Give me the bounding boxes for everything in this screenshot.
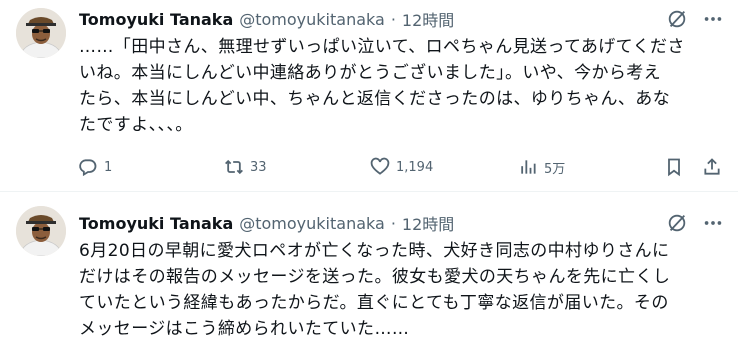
views-button[interactable]: 5万 <box>518 154 565 180</box>
avatar[interactable] <box>16 8 66 58</box>
bookmark-icon <box>664 157 684 177</box>
tweet-text: ……「田中さん、無理せずいっぱい泣いて、ロペちゃん見送ってあげてくださ いね。本… <box>79 34 727 138</box>
tweet-header: Tomoyuki Tanaka @tomoyukitanaka · 12時間 <box>79 211 454 235</box>
repost-icon <box>224 157 244 177</box>
tweet-text-line: ……「田中さん、無理せずいっぱい泣いて、ロペちゃん見送ってあげてくださ <box>79 37 685 57</box>
author-name[interactable]: Tomoyuki Tanaka <box>79 214 233 233</box>
reply-button[interactable]: 1 <box>78 154 112 180</box>
tweet[interactable]: Tomoyuki Tanaka @tomoyukitanaka · 12時間 …… <box>0 0 738 192</box>
view-count: 5万 <box>544 161 566 177</box>
like-button[interactable]: 1,194 <box>370 154 433 180</box>
separator-dot: · <box>390 213 396 233</box>
separator-dot: · <box>390 9 396 29</box>
avatar[interactable] <box>16 206 66 256</box>
tweet[interactable]: Tomoyuki Tanaka @tomoyukitanaka · 12時間 6… <box>0 192 738 351</box>
tweet-text-line: たら、本当にしんどい中、ちゃんと返信くださったのは、ゆりちゃん、あな <box>79 89 671 109</box>
tweet-text-line: メッセージはこう締められいたていた…… <box>79 319 410 339</box>
like-count: 1,194 <box>396 159 434 175</box>
repost-button[interactable]: 33 <box>224 154 267 180</box>
share-button[interactable] <box>702 154 722 180</box>
more-horizontal-icon[interactable] <box>702 8 724 30</box>
share-icon <box>702 157 722 177</box>
tweet-text-line: いね。本当にしんどい中連絡ありがとうございました」。いや、今から考え <box>79 63 662 83</box>
tweet-text-line: だけはその報告のメッセージを送った。彼女も愛犬の天ちゃんを先に亡くし <box>79 267 671 287</box>
repost-count: 33 <box>250 159 267 175</box>
reply-count: 1 <box>104 159 113 175</box>
heart-icon <box>370 157 390 177</box>
author-handle[interactable]: @tomoyukitanaka <box>239 214 385 233</box>
author-handle[interactable]: @tomoyukitanaka <box>239 10 385 29</box>
grok-icon[interactable] <box>666 212 688 234</box>
author-name[interactable]: Tomoyuki Tanaka <box>79 10 233 29</box>
tweet-text-line: ていたという経緯もあったからだ。直ぐにとても丁寧な返信が届いた。その <box>79 293 669 313</box>
bookmark-button[interactable] <box>664 154 684 180</box>
tweet-header: Tomoyuki Tanaka @tomoyukitanaka · 12時間 <box>79 7 454 31</box>
more-horizontal-icon[interactable] <box>702 212 724 234</box>
grok-icon[interactable] <box>666 8 688 30</box>
reply-icon <box>78 157 98 177</box>
views-bar-chart-icon <box>518 157 538 177</box>
tweet-actions: 1 33 1,194 5万 <box>72 154 732 180</box>
timestamp[interactable]: 12時間 <box>402 211 454 235</box>
tweet-text: 6月20日の早朝に愛犬ロペオが亡くなった時、犬好き同志の中村ゆりさんに だけはそ… <box>79 238 727 342</box>
tweet-text-line: 6月20日の早朝に愛犬ロペオが亡くなった時、犬好き同志の中村ゆりさんに <box>79 241 670 261</box>
timestamp[interactable]: 12時間 <box>402 7 454 31</box>
tweet-text-line: たですよ、、、。 <box>79 115 193 135</box>
